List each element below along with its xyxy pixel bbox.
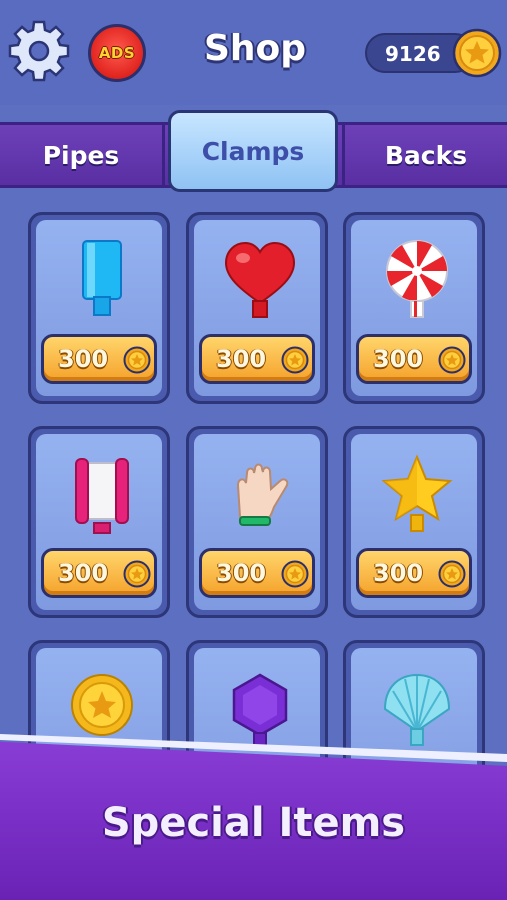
price-value: 300 [58,345,109,373]
pink-white-spool-clamp-icon [75,458,129,534]
coin-icon [452,28,502,78]
shop-item-card[interactable]: 300 [186,212,328,404]
buy-price-button[interactable]: 300 [199,548,315,598]
coin-icon [438,560,466,588]
shop-item-card[interactable]: 300 [186,426,328,618]
settings-gear-icon[interactable] [8,20,70,82]
coin-icon [123,346,151,374]
shop-item-card[interactable]: 300 [343,212,485,404]
hand-clamp-icon [236,463,289,526]
ads-label: ADS [98,44,136,62]
tab-pipes[interactable]: Pipes [0,122,165,188]
price-value: 300 [373,559,424,587]
gold-star-clamp-icon [381,454,453,532]
category-tabs: Pipes Backs Clamps [0,110,507,192]
buy-price-button[interactable]: 300 [356,548,472,598]
coin-icon [123,560,151,588]
tab-clamps[interactable]: Clamps [168,110,338,192]
buy-price-button[interactable]: 300 [41,334,157,384]
page-title: Shop [203,28,307,69]
remove-ads-button[interactable]: ADS [88,24,146,82]
blue-pipe-clamp-icon [82,240,122,316]
tab-clamps-label: Clamps [201,136,305,166]
buy-price-button[interactable]: 300 [199,334,315,384]
coin-balance-value: 9126 [385,42,441,66]
tab-backs-label: Backs [384,140,468,170]
shop-item-card[interactable]: 300 [28,212,170,404]
coin-icon [281,560,309,588]
banner-title: Special Items [101,800,406,846]
price-value: 300 [373,345,424,373]
price-value: 300 [216,559,267,587]
peppermint-candy-clamp-icon [386,240,448,318]
coin-icon [281,346,309,374]
tab-backs[interactable]: Backs [342,122,507,188]
buy-price-button[interactable]: 300 [41,548,157,598]
price-value: 300 [216,345,267,373]
buy-price-button[interactable]: 300 [356,334,472,384]
price-value: 300 [58,559,109,587]
seashell-clamp-icon [383,673,451,746]
coin-icon [438,346,466,374]
shop-item-card[interactable]: 300 [343,426,485,618]
red-heart-clamp-icon [224,241,296,318]
top-bar: ADS Shop 9126 [0,0,507,105]
shop-item-card[interactable]: 300 [28,426,170,618]
tab-pipes-label: Pipes [42,140,120,170]
